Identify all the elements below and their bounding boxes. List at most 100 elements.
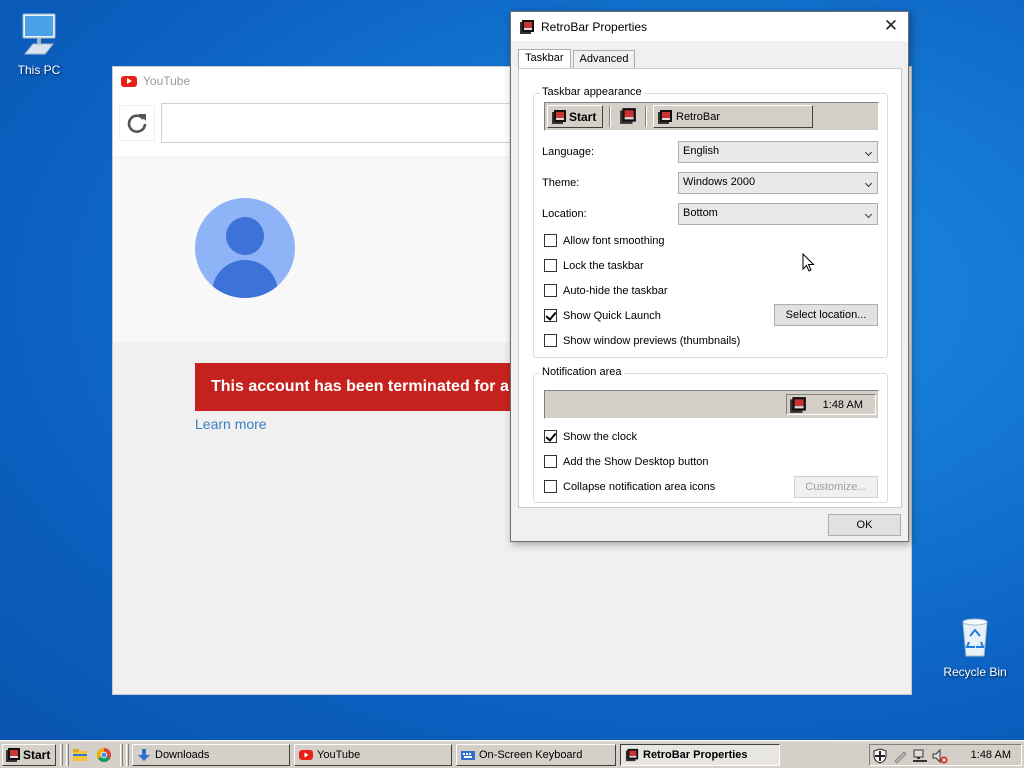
language-select[interactable]: English — [678, 141, 878, 163]
notification-area-label: Notification area — [540, 366, 624, 378]
desktop: This PC Recycle Bin YouTube This account… — [0, 0, 1024, 740]
checkbox-label: Show Quick Launch — [563, 309, 661, 322]
security-shield-icon[interactable] — [872, 748, 888, 764]
retrobar-icon — [790, 397, 806, 413]
customize-button[interactable]: Customize... — [794, 476, 878, 498]
checkbox-box[interactable] — [544, 455, 557, 468]
dialog-titlebar[interactable]: RetroBar Properties — [511, 12, 908, 41]
computer-icon — [22, 13, 56, 55]
checkbox-label: Collapse notification area icons — [563, 480, 716, 493]
taskbar-clock[interactable]: 1:48 AM — [971, 749, 1011, 761]
preview-separator — [645, 106, 647, 127]
checkbox-box[interactable] — [544, 309, 557, 322]
file-explorer-icon[interactable] — [72, 747, 88, 763]
lock-taskbar-checkbox[interactable]: Lock the taskbar — [544, 259, 644, 272]
checkbox-box[interactable] — [544, 234, 557, 247]
checkbox-label: Add the Show Desktop button — [563, 455, 709, 468]
allow-font-smoothing-checkbox[interactable]: Allow font smoothing — [544, 234, 665, 247]
ok-button[interactable]: OK — [828, 514, 901, 536]
preview-start-label: Start — [569, 109, 597, 124]
notification-preview: 1:48 AM — [544, 390, 879, 419]
keyboard-icon — [461, 751, 475, 760]
preview-task-button: RetroBar — [653, 105, 813, 128]
recycle-bin-icon — [962, 618, 988, 657]
location-select[interactable]: Bottom — [678, 203, 878, 225]
taskbar-button-label: RetroBar Properties — [643, 749, 748, 761]
windows-flag-icon — [552, 109, 566, 124]
retrobar-icon — [658, 109, 672, 124]
notification-area: 1:48 AM — [869, 744, 1022, 766]
desktop-icon-recycle-bin[interactable]: Recycle Bin — [937, 612, 1013, 679]
taskbar: Start Downloads YouTube On-Screen Keyboa… — [0, 740, 1024, 768]
reload-button[interactable] — [119, 105, 155, 141]
taskbar-button-retrobar-properties[interactable]: RetroBar Properties — [620, 744, 780, 766]
collapse-notification-icons-checkbox[interactable]: Collapse notification area icons — [544, 480, 715, 493]
taskbar-appearance-label: Taskbar appearance — [540, 86, 644, 98]
retrobar-icon — [625, 748, 639, 762]
taskbar-tab-panel: Taskbar appearance Start RetroBar Langua… — [518, 68, 902, 508]
tab-taskbar[interactable]: Taskbar — [518, 49, 571, 70]
download-arrow-icon — [138, 749, 150, 761]
quick-launch-retrobar-icon — [620, 108, 636, 124]
retrobar-icon — [520, 19, 534, 34]
close-button[interactable]: ✕ — [880, 15, 902, 37]
avatar-body-icon — [212, 260, 278, 298]
select-location-button[interactable]: Select location... — [774, 304, 878, 326]
avatar — [195, 198, 295, 298]
location-label: Location: — [542, 208, 587, 220]
avatar-head-icon — [226, 217, 264, 255]
learn-more-link[interactable]: Learn more — [195, 416, 267, 432]
show-desktop-button-checkbox[interactable]: Add the Show Desktop button — [544, 455, 709, 468]
desktop-icon-this-pc[interactable]: This PC — [1, 10, 77, 77]
taskbar-separator — [66, 744, 69, 766]
reload-icon — [127, 114, 147, 133]
notification-area-group: Notification area 1:48 AM Show the clock — [533, 366, 888, 503]
taskbar-separator — [126, 744, 129, 766]
checkbox-label: Show the clock — [563, 430, 637, 443]
chrome-icon[interactable] — [96, 747, 112, 763]
checkbox-box[interactable] — [544, 259, 557, 272]
tab-advanced[interactable]: Advanced — [572, 50, 636, 69]
retrobar-properties-dialog: RetroBar Properties ✕ Taskbar Advanced T… — [510, 11, 909, 542]
dialog-title: RetroBar Properties — [541, 19, 648, 34]
show-clock-checkbox[interactable]: Show the clock — [544, 430, 637, 443]
auto-hide-checkbox[interactable]: Auto-hide the taskbar — [544, 284, 668, 297]
checkbox-label: Auto-hide the taskbar — [563, 284, 668, 297]
show-quick-launch-checkbox[interactable]: Show Quick Launch — [544, 309, 661, 322]
language-label: Language: — [542, 146, 594, 158]
theme-select[interactable]: Windows 2000 — [678, 172, 878, 194]
checkbox-box[interactable] — [544, 480, 557, 493]
checkbox-box[interactable] — [544, 284, 557, 297]
taskbar-separator — [60, 744, 63, 766]
checkbox-box[interactable] — [544, 430, 557, 443]
network-icon[interactable] — [912, 748, 928, 764]
preview-start-button: Start — [547, 105, 603, 128]
checkbox-label: Allow font smoothing — [563, 234, 665, 247]
checkbox-label: Lock the taskbar — [563, 259, 644, 272]
youtube-icon — [299, 750, 313, 760]
preview-tray: 1:48 AM — [786, 394, 876, 415]
taskbar-preview: Start RetroBar — [544, 102, 879, 131]
taskbar-appearance-group: Taskbar appearance Start RetroBar Langua… — [533, 86, 888, 358]
desktop-icon-label: Recycle Bin — [943, 665, 1007, 679]
account-terminated-banner: This account has been terminated for a v… — [195, 363, 535, 411]
dialog-tabs: Taskbar Advanced — [518, 49, 637, 70]
mouse-cursor-icon — [802, 253, 815, 272]
pen-icon[interactable] — [892, 748, 908, 764]
youtube-window-title: YouTube — [143, 74, 191, 88]
show-window-previews-checkbox[interactable]: Show window previews (thumbnails) — [544, 334, 740, 347]
preview-separator — [609, 106, 611, 127]
start-button[interactable]: Start — [2, 744, 56, 766]
desktop-icon-label: This PC — [17, 63, 61, 77]
taskbar-button-onscreen-keyboard[interactable]: On-Screen Keyboard — [456, 744, 616, 766]
taskbar-button-downloads[interactable]: Downloads — [132, 744, 290, 766]
taskbar-button-youtube[interactable]: YouTube — [294, 744, 452, 766]
taskbar-separator — [120, 744, 123, 766]
start-label: Start — [23, 748, 51, 762]
volume-muted-icon[interactable] — [932, 748, 948, 764]
theme-label: Theme: — [542, 177, 580, 189]
close-icon: ✕ — [883, 16, 899, 35]
taskbar-button-label: Downloads — [155, 749, 210, 761]
checkbox-box[interactable] — [544, 334, 557, 347]
taskbar-button-label: YouTube — [317, 749, 361, 761]
